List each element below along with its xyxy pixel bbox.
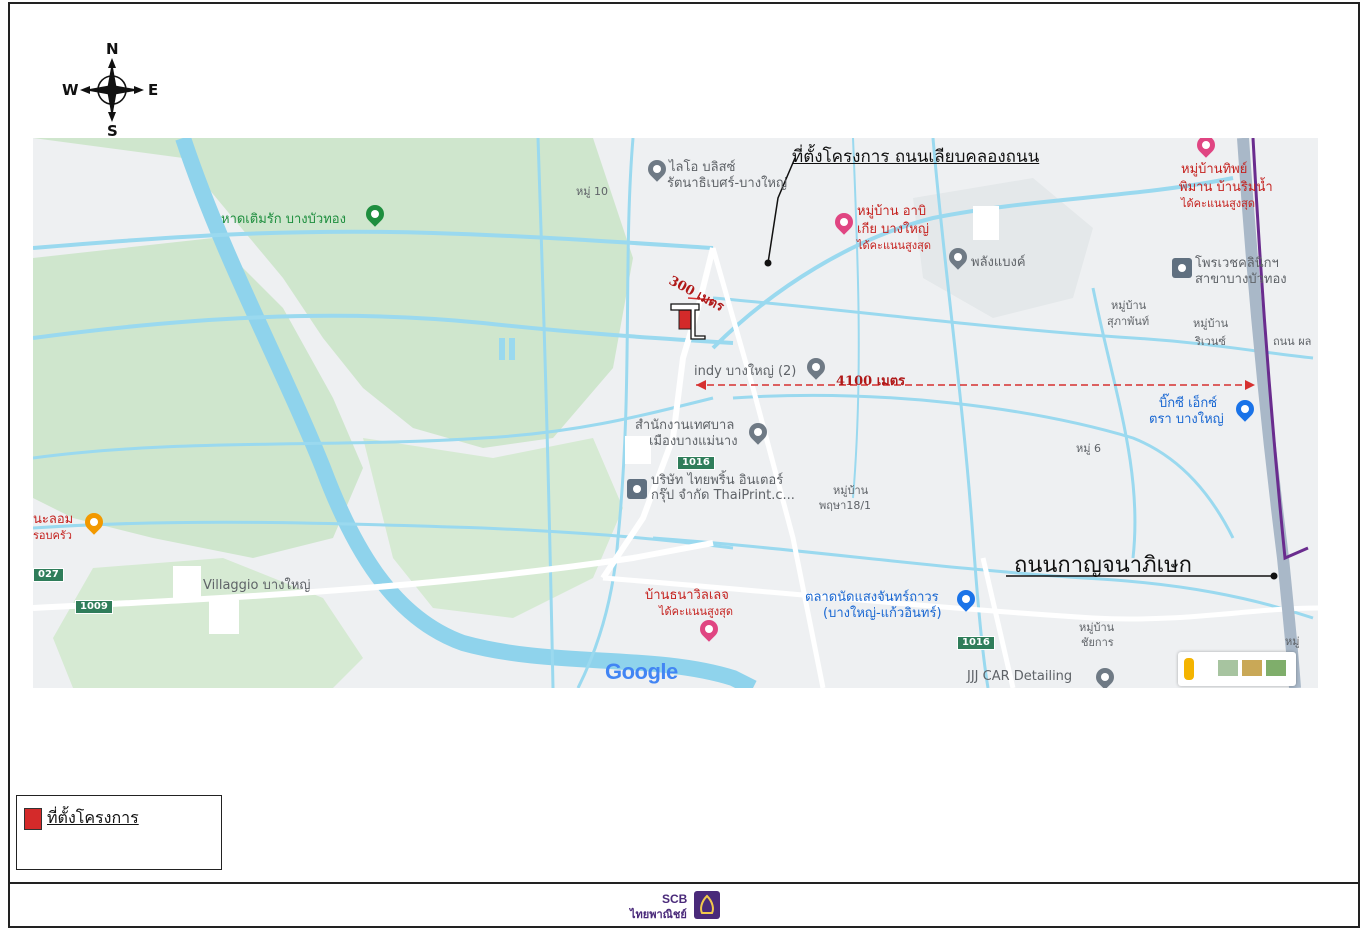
map-view[interactable]: ไลโอ บลิสซ์ รัตนาธิเบศร์-บางใหญ่ หมู่ 10… xyxy=(33,138,1318,688)
poi-label[interactable]: JJJ CAR Detailing xyxy=(967,669,1072,684)
poi-label: ริเวนซ์ xyxy=(1195,335,1226,348)
poi-label[interactable]: หมู่บ้านทิพย์ xyxy=(1181,162,1247,177)
poi-label[interactable]: สาขาบางบัวทอง xyxy=(1195,272,1287,287)
poi-label[interactable]: ตรา บางใหญ่ xyxy=(1149,412,1224,427)
clinic-icon[interactable] xyxy=(1172,258,1192,278)
legend: ที่ตั้งโครงการ xyxy=(16,795,222,870)
poi-label[interactable]: โพรเวชคลินิกฯ xyxy=(1195,256,1279,271)
google-logo: Google xyxy=(605,659,678,685)
legend-swatch-site xyxy=(24,808,42,830)
poi-label: ถนน ผล xyxy=(1273,335,1312,348)
poi-label: ได้คะแนนสูงสุด xyxy=(1181,197,1256,210)
compass-rose: N S E W xyxy=(62,40,162,140)
poi-label: พฤษา18/1 xyxy=(819,499,872,512)
poi-label[interactable]: พิมาน บ้านริมน้ำ xyxy=(1179,180,1273,195)
poi-label: ชัยการ xyxy=(1081,636,1114,649)
compass-east-label: E xyxy=(148,81,159,99)
road-number-shield: 1016 xyxy=(957,636,995,650)
scb-emblem-icon xyxy=(694,891,720,919)
poi-label: หมู่ 10 xyxy=(576,185,608,198)
poi-label[interactable]: หาดเติมรัก บางบัวทอง xyxy=(221,212,346,227)
poi-label[interactable]: เมืองบางแม่นาง xyxy=(649,434,738,449)
pegman-icon[interactable] xyxy=(1184,658,1194,680)
poi-label[interactable]: ไลโอ บลิสซ์ xyxy=(669,160,735,175)
scb-logo: SCB ไทยพาณิชย์ xyxy=(626,888,726,924)
poi-label[interactable]: บ้านธนาวิลเลจ xyxy=(645,588,729,603)
poi-label: หมู่ 6 xyxy=(1076,442,1101,455)
poi-label[interactable]: Villaggio บางใหญ่ xyxy=(203,578,311,593)
poi-label[interactable]: นะลอม xyxy=(33,512,73,527)
distance-label-4100: 4100 เมตร xyxy=(836,374,906,389)
poi-label[interactable]: บริษัท ไทยพริ้น อินเตอร์ xyxy=(651,473,783,488)
poi-label: ได้คะแนนสูงสุด xyxy=(857,239,932,252)
poi-label[interactable]: indy บางใหญ่ (2) xyxy=(694,364,796,379)
terrain-layer-icon[interactable] xyxy=(1242,660,1262,676)
map-layer-icon[interactable] xyxy=(1218,660,1238,676)
brand-name-en: SCB xyxy=(662,892,688,906)
road-number-shield: 1009 xyxy=(75,600,113,614)
google-logo-text: Google xyxy=(605,659,678,684)
road-number-shield: 1016 xyxy=(677,456,715,470)
poi-label[interactable]: กรุ๊ป จำกัด ThaiPrint.c... xyxy=(651,488,795,503)
compass-north-label: N xyxy=(106,40,119,58)
brand-name-th: ไทยพาณิชย์ xyxy=(630,908,687,921)
legend-label: ที่ตั้งโครงการ xyxy=(47,808,139,827)
compass-west-label: W xyxy=(62,81,79,99)
poi-label: ได้คะแนนสูงสุด xyxy=(659,605,734,618)
poi-label: หมู่บ้าน xyxy=(1079,621,1115,634)
site-callout-label: ที่ตั้งโครงการ ถนนเลียบคลองถนน xyxy=(792,147,1040,167)
satellite-layer-icon[interactable] xyxy=(1266,660,1286,676)
poi-label: หมู่บ้าน xyxy=(833,484,869,497)
poi-label[interactable]: ตลาดนัดแสงจันทร์ถาวร xyxy=(805,590,939,605)
poi-label[interactable]: บิ๊กซี เอ็กซ์ xyxy=(1159,396,1217,411)
poi-label[interactable]: รัตนาธิเบศร์-บางใหญ่ xyxy=(667,176,787,191)
poi-label: หมู่บ้าน xyxy=(1111,299,1147,312)
map-controls[interactable] xyxy=(1178,652,1296,686)
poi-label: หมู่ xyxy=(1285,635,1300,648)
company-icon[interactable] xyxy=(627,479,647,499)
poi-label: หมู่บ้าน xyxy=(1193,317,1229,330)
road-number-shield: 027 xyxy=(33,568,64,582)
poi-label[interactable]: พลังแบงค์ xyxy=(971,255,1026,270)
poi-label: รอบครัว xyxy=(33,529,72,542)
poi-label[interactable]: หมู่บ้าน อาบิ xyxy=(857,204,926,219)
poi-label[interactable]: สำนักงานเทศบาล xyxy=(635,418,734,433)
poi-label: สุภาพันท์ xyxy=(1107,315,1150,328)
poi-label[interactable]: (บางใหญ่-แก้วอินทร์) xyxy=(823,606,942,621)
main-road-label: ถนนกาญจนาภิเษก xyxy=(1014,553,1192,578)
poi-label[interactable]: เกีย บางใหญ่ xyxy=(857,222,929,237)
footer-divider xyxy=(8,882,1360,884)
